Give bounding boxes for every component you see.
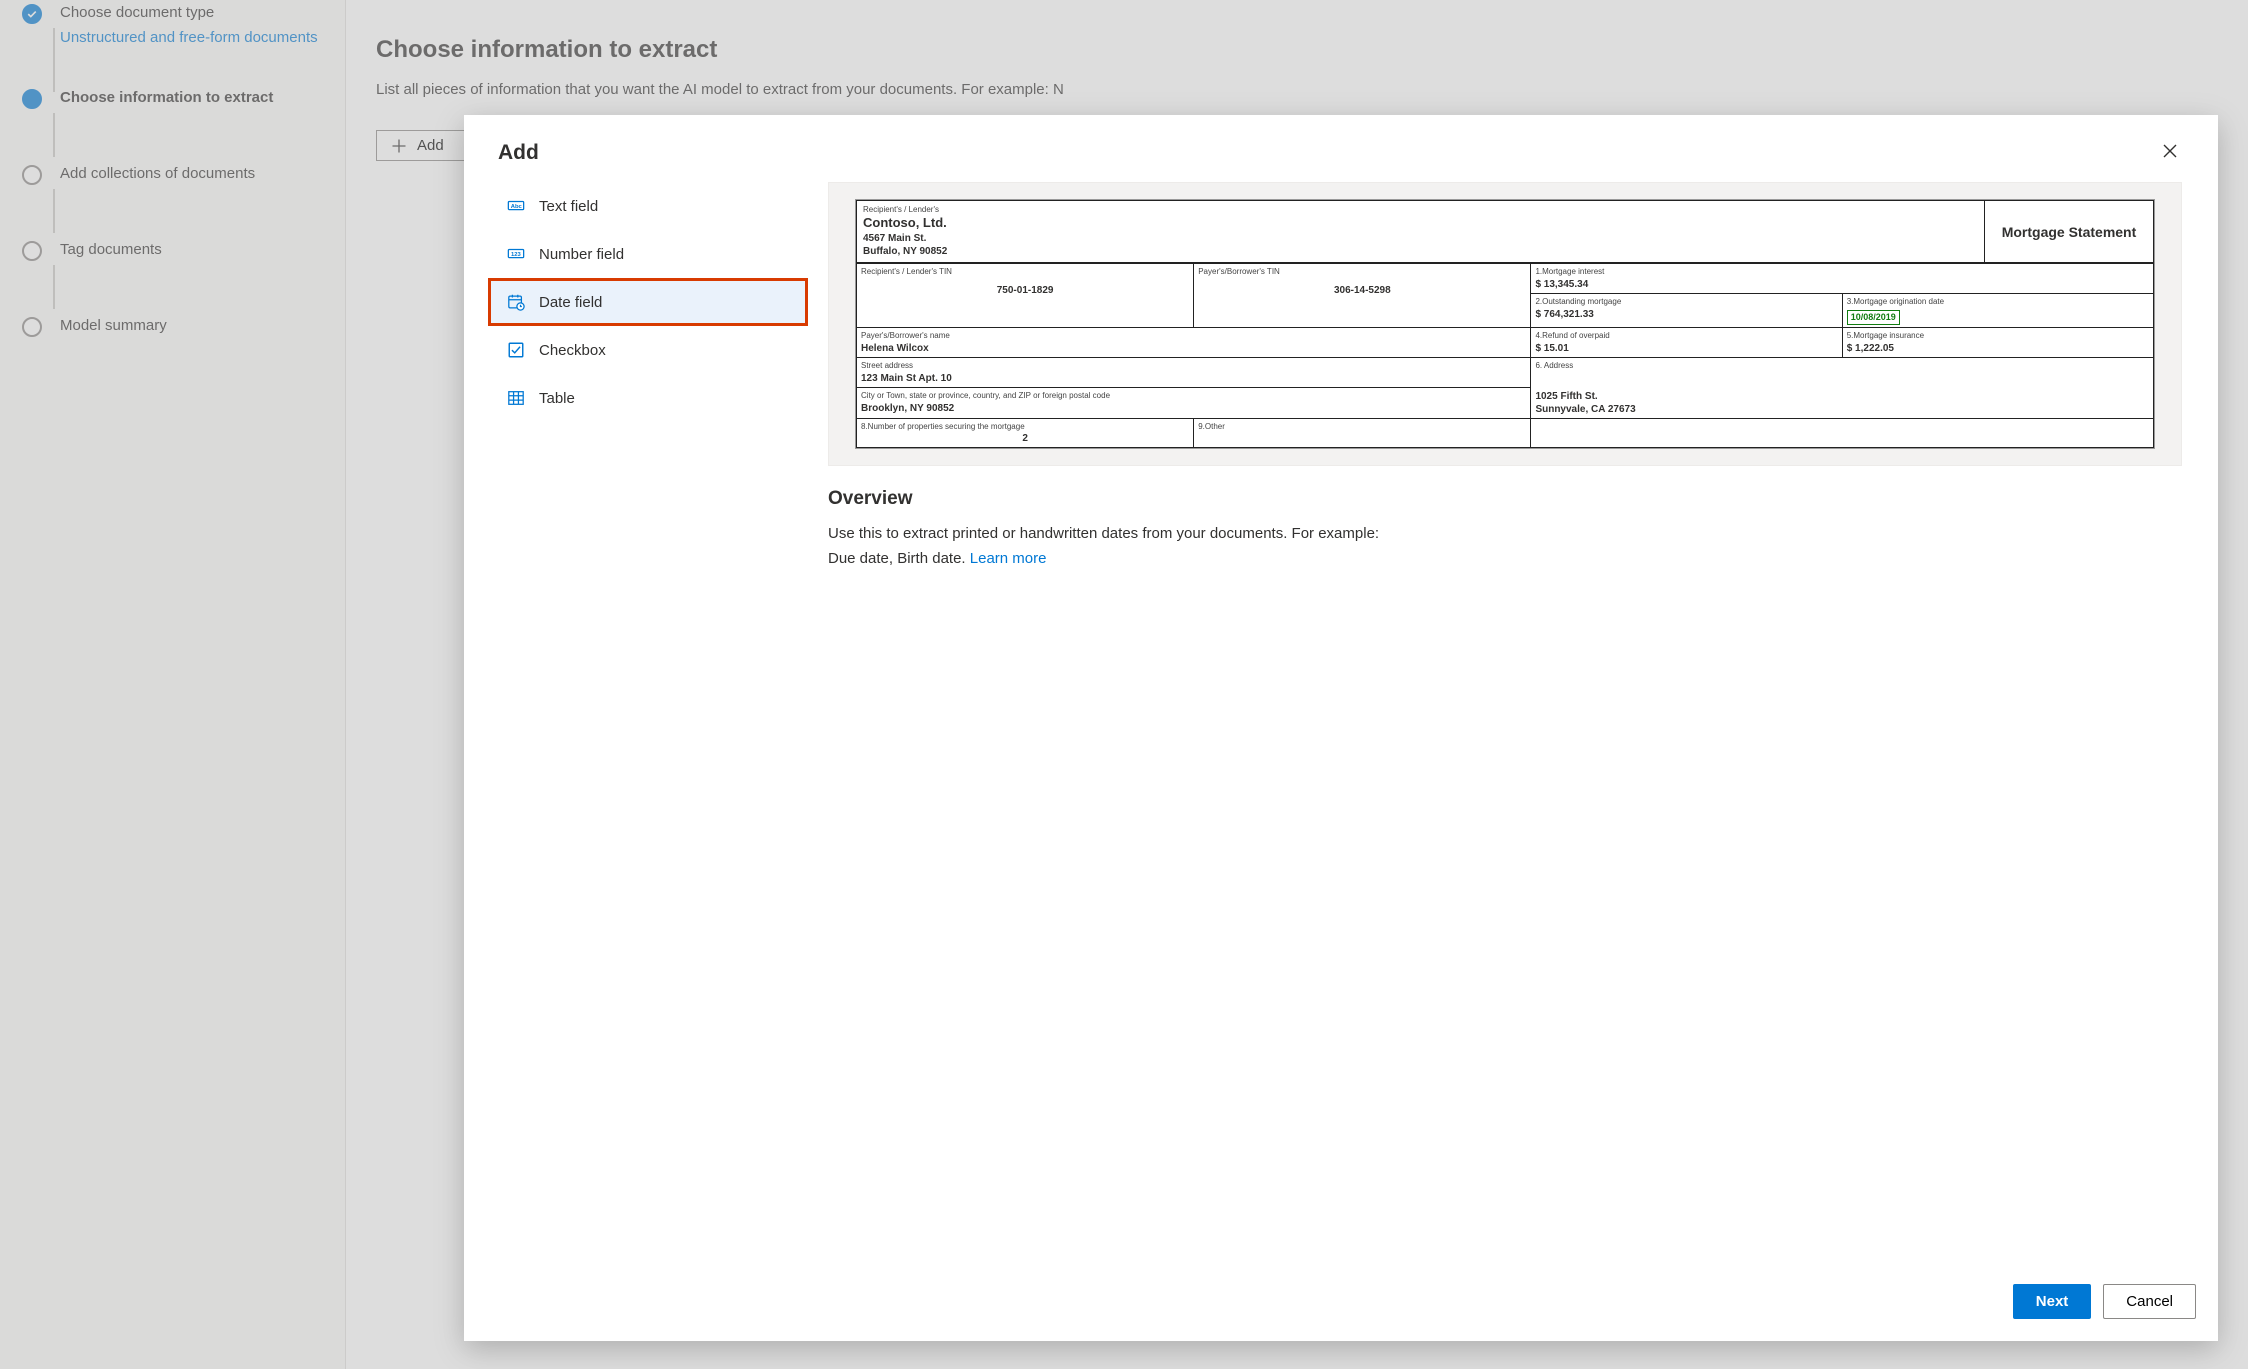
highlighted-date: 10/08/2019 (1847, 310, 1900, 326)
step-add-collections[interactable]: Add collections of documents (22, 161, 333, 189)
add-button[interactable]: Add (376, 130, 465, 161)
step-label[interactable]: Choose information to extract (60, 89, 273, 106)
next-button[interactable]: Next (2013, 1284, 2092, 1319)
step-model-summary[interactable]: Model summary (22, 313, 333, 341)
wizard-steps-sidebar: Choose document type Unstructured and fr… (0, 0, 345, 1369)
field-type-label: Checkbox (539, 342, 606, 359)
step-label[interactable]: Choose document type (60, 4, 318, 21)
cancel-button[interactable]: Cancel (2103, 1284, 2196, 1319)
dot-icon (22, 89, 42, 109)
step-tag-documents[interactable]: Tag documents (22, 237, 333, 265)
step-label[interactable]: Tag documents (60, 241, 162, 258)
field-type-label: Table (539, 390, 575, 407)
doc-addr2: Buffalo, NY 90852 (863, 245, 1978, 258)
field-type-checkbox[interactable]: Checkbox (488, 326, 808, 374)
field-type-label: Text field (539, 198, 598, 215)
overview-heading: Overview (828, 488, 2182, 510)
close-icon (2162, 143, 2178, 159)
field-type-table[interactable]: Table (488, 374, 808, 422)
step-sublabel[interactable]: Unstructured and free-form documents (60, 27, 318, 49)
modal-title: Add (498, 141, 539, 165)
checkbox-icon (507, 341, 525, 359)
text-field-icon: Abc (507, 197, 525, 215)
number-field-icon: 123 (507, 245, 525, 263)
field-type-label: Number field (539, 246, 624, 263)
circle-icon (22, 241, 42, 261)
doc-title: Mortgage Statement (1984, 200, 2154, 263)
doc-label: Recipient's / Lender's (863, 205, 1978, 215)
field-type-number[interactable]: 123 Number field (488, 230, 808, 278)
circle-icon (22, 317, 42, 337)
add-button-label: Add (417, 137, 444, 154)
page-description: List all pieces of information that you … (376, 78, 1156, 102)
date-field-icon (507, 293, 525, 311)
check-icon (22, 4, 42, 24)
field-type-text[interactable]: Abc Text field (488, 182, 808, 230)
close-button[interactable] (2156, 137, 2184, 168)
step-choose-document-type[interactable]: Choose document type Unstructured and fr… (22, 0, 333, 53)
field-type-label: Date field (539, 294, 602, 311)
step-label[interactable]: Model summary (60, 317, 167, 334)
table-icon (507, 389, 525, 407)
add-field-modal: Add Abc Text field 123 Number field (464, 115, 2218, 1341)
document-preview: Recipient's / Lender's Contoso, Ltd. 456… (828, 182, 2182, 466)
learn-more-link[interactable]: Learn more (970, 550, 1047, 567)
svg-text:Abc: Abc (511, 204, 523, 210)
page-title: Choose information to extract (376, 36, 2218, 64)
doc-addr1: 4567 Main St. (863, 232, 1978, 245)
field-type-list: Abc Text field 123 Number field Date fie… (488, 182, 808, 1256)
step-label[interactable]: Add collections of documents (60, 165, 255, 182)
circle-icon (22, 165, 42, 185)
doc-company: Contoso, Ltd. (863, 215, 1978, 232)
svg-text:123: 123 (511, 252, 522, 258)
step-choose-information[interactable]: Choose information to extract (22, 85, 333, 113)
plus-icon (391, 138, 407, 154)
field-type-date[interactable]: Date field (488, 278, 808, 326)
overview-text: Use this to extract printed or handwritt… (828, 522, 1388, 572)
